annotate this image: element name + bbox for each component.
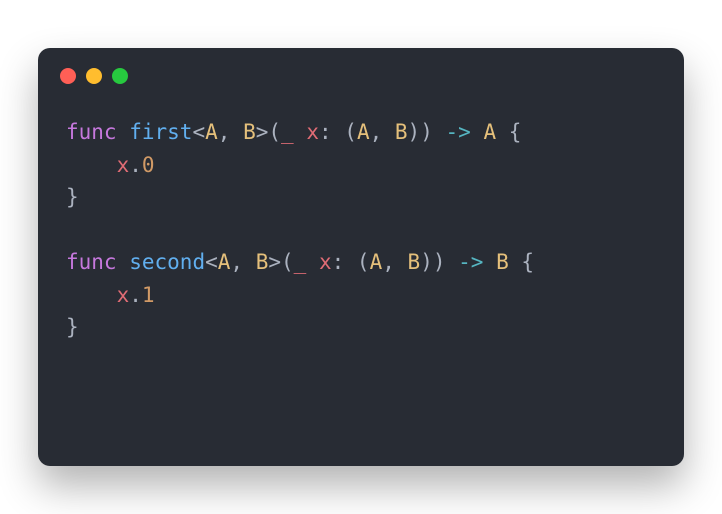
keyword-func: func — [66, 250, 117, 274]
return-type: B — [496, 250, 509, 274]
arrow-op: -> — [458, 250, 483, 274]
maximize-icon[interactable] — [112, 68, 128, 84]
type-param: B — [256, 250, 269, 274]
code-block: func first<A, B>(_ x: (A, B)) -> A { x.0… — [38, 84, 684, 376]
variable: x — [117, 283, 130, 307]
param-label: _ — [281, 120, 294, 144]
variable: x — [117, 153, 130, 177]
number-literal: 1 — [142, 283, 155, 307]
type-param: A — [218, 250, 231, 274]
code-window: func first<A, B>(_ x: (A, B)) -> A { x.0… — [38, 48, 684, 466]
type-param: A — [205, 120, 218, 144]
number-literal: 0 — [142, 153, 155, 177]
minimize-icon[interactable] — [86, 68, 102, 84]
return-type: A — [483, 120, 496, 144]
param-name: x — [319, 250, 332, 274]
param-label: _ — [294, 250, 307, 274]
function-name: second — [129, 250, 205, 274]
keyword-func: func — [66, 120, 117, 144]
param-name: x — [306, 120, 319, 144]
arrow-op: -> — [446, 120, 471, 144]
window-titlebar — [38, 48, 684, 84]
function-name: first — [129, 120, 192, 144]
type-param: B — [243, 120, 256, 144]
close-icon[interactable] — [60, 68, 76, 84]
